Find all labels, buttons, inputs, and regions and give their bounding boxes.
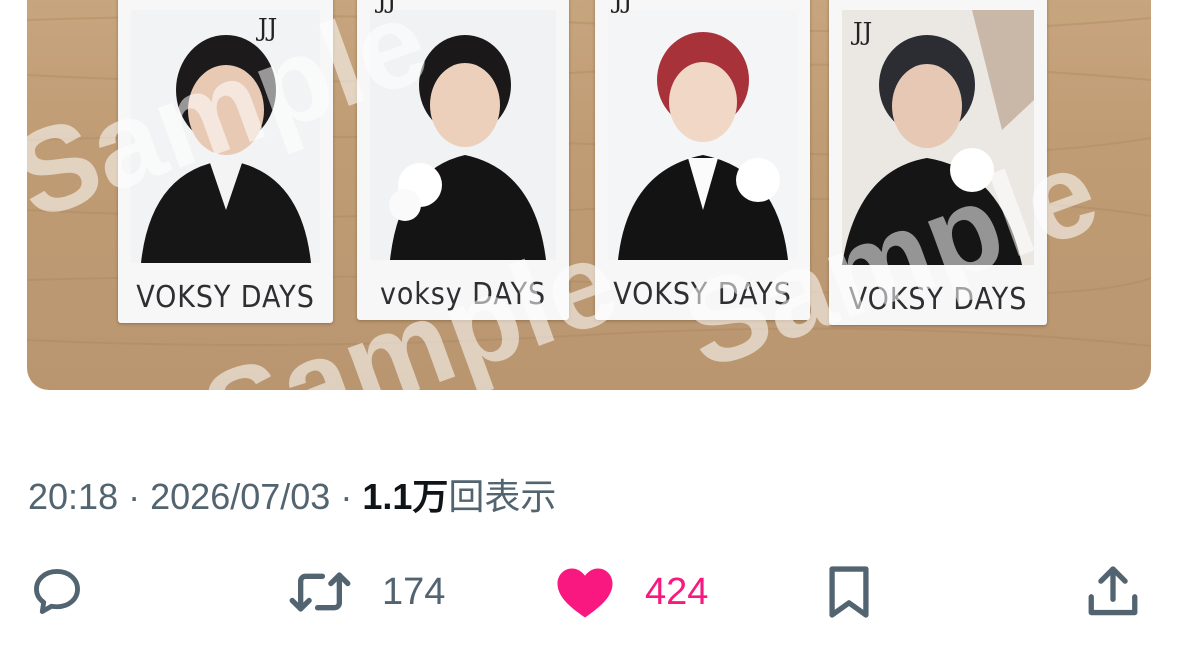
tweet-action-bar: 174 424 (0, 560, 1179, 624)
tweet-metadata: 20:18 · 2026/07/03 · 1.1万回表示 (28, 468, 556, 520)
photo-card-2-caption: voksy DAYS (379, 277, 547, 312)
photo-card-1-tag: JJ (258, 14, 278, 42)
photo-card-1: JJ VOKSY DAYS (118, 0, 333, 323)
photo-card-3-caption: VOKSY DAYS (613, 277, 792, 312)
photo-card-3-image (608, 10, 797, 260)
photo-card-1-caption: VOKSY DAYS (136, 280, 315, 315)
photo-card-3: JJ VOKSY DAYS (595, 0, 810, 320)
reply-button[interactable] (28, 560, 86, 624)
like-button[interactable]: 424 (555, 560, 708, 624)
like-count: 424 (645, 570, 709, 613)
reply-icon (28, 563, 86, 621)
photo-card-4-image (842, 10, 1034, 265)
photo-card-2: JJ voksy DAYS (357, 0, 569, 320)
bookmark-button[interactable] (822, 560, 876, 624)
heart-icon (555, 564, 615, 620)
photo-card-3-tag: JJ (613, 0, 633, 14)
views-label: 回表示 (448, 476, 557, 517)
share-button[interactable] (1084, 560, 1142, 624)
bookmark-icon (822, 563, 876, 621)
tweet-media-image[interactable]: JJ VOKSY DAYS JJ voksy DAYS JJ VOKSY DAY… (27, 0, 1151, 390)
tweet-time[interactable]: 20:18 (28, 476, 118, 517)
meta-separator: · (128, 476, 141, 517)
tweet-date[interactable]: 2026/07/03 (150, 476, 330, 517)
photo-card-1-image (131, 10, 320, 263)
photo-card-4-tag: JJ (853, 18, 873, 46)
retweet-count: 174 (382, 570, 446, 613)
retweet-button[interactable]: 174 (288, 560, 445, 624)
photo-card-4: JJ VOKSY DAYS (829, 0, 1047, 325)
photo-card-4-caption: VOKSY DAYS (848, 282, 1028, 317)
meta-separator-2: · (340, 476, 353, 517)
photo-card-2-tag: JJ (377, 0, 397, 14)
photo-card-2-image (370, 10, 556, 260)
views-count: 1.1万 (362, 476, 449, 517)
share-icon (1084, 563, 1142, 621)
retweet-icon (288, 563, 352, 621)
